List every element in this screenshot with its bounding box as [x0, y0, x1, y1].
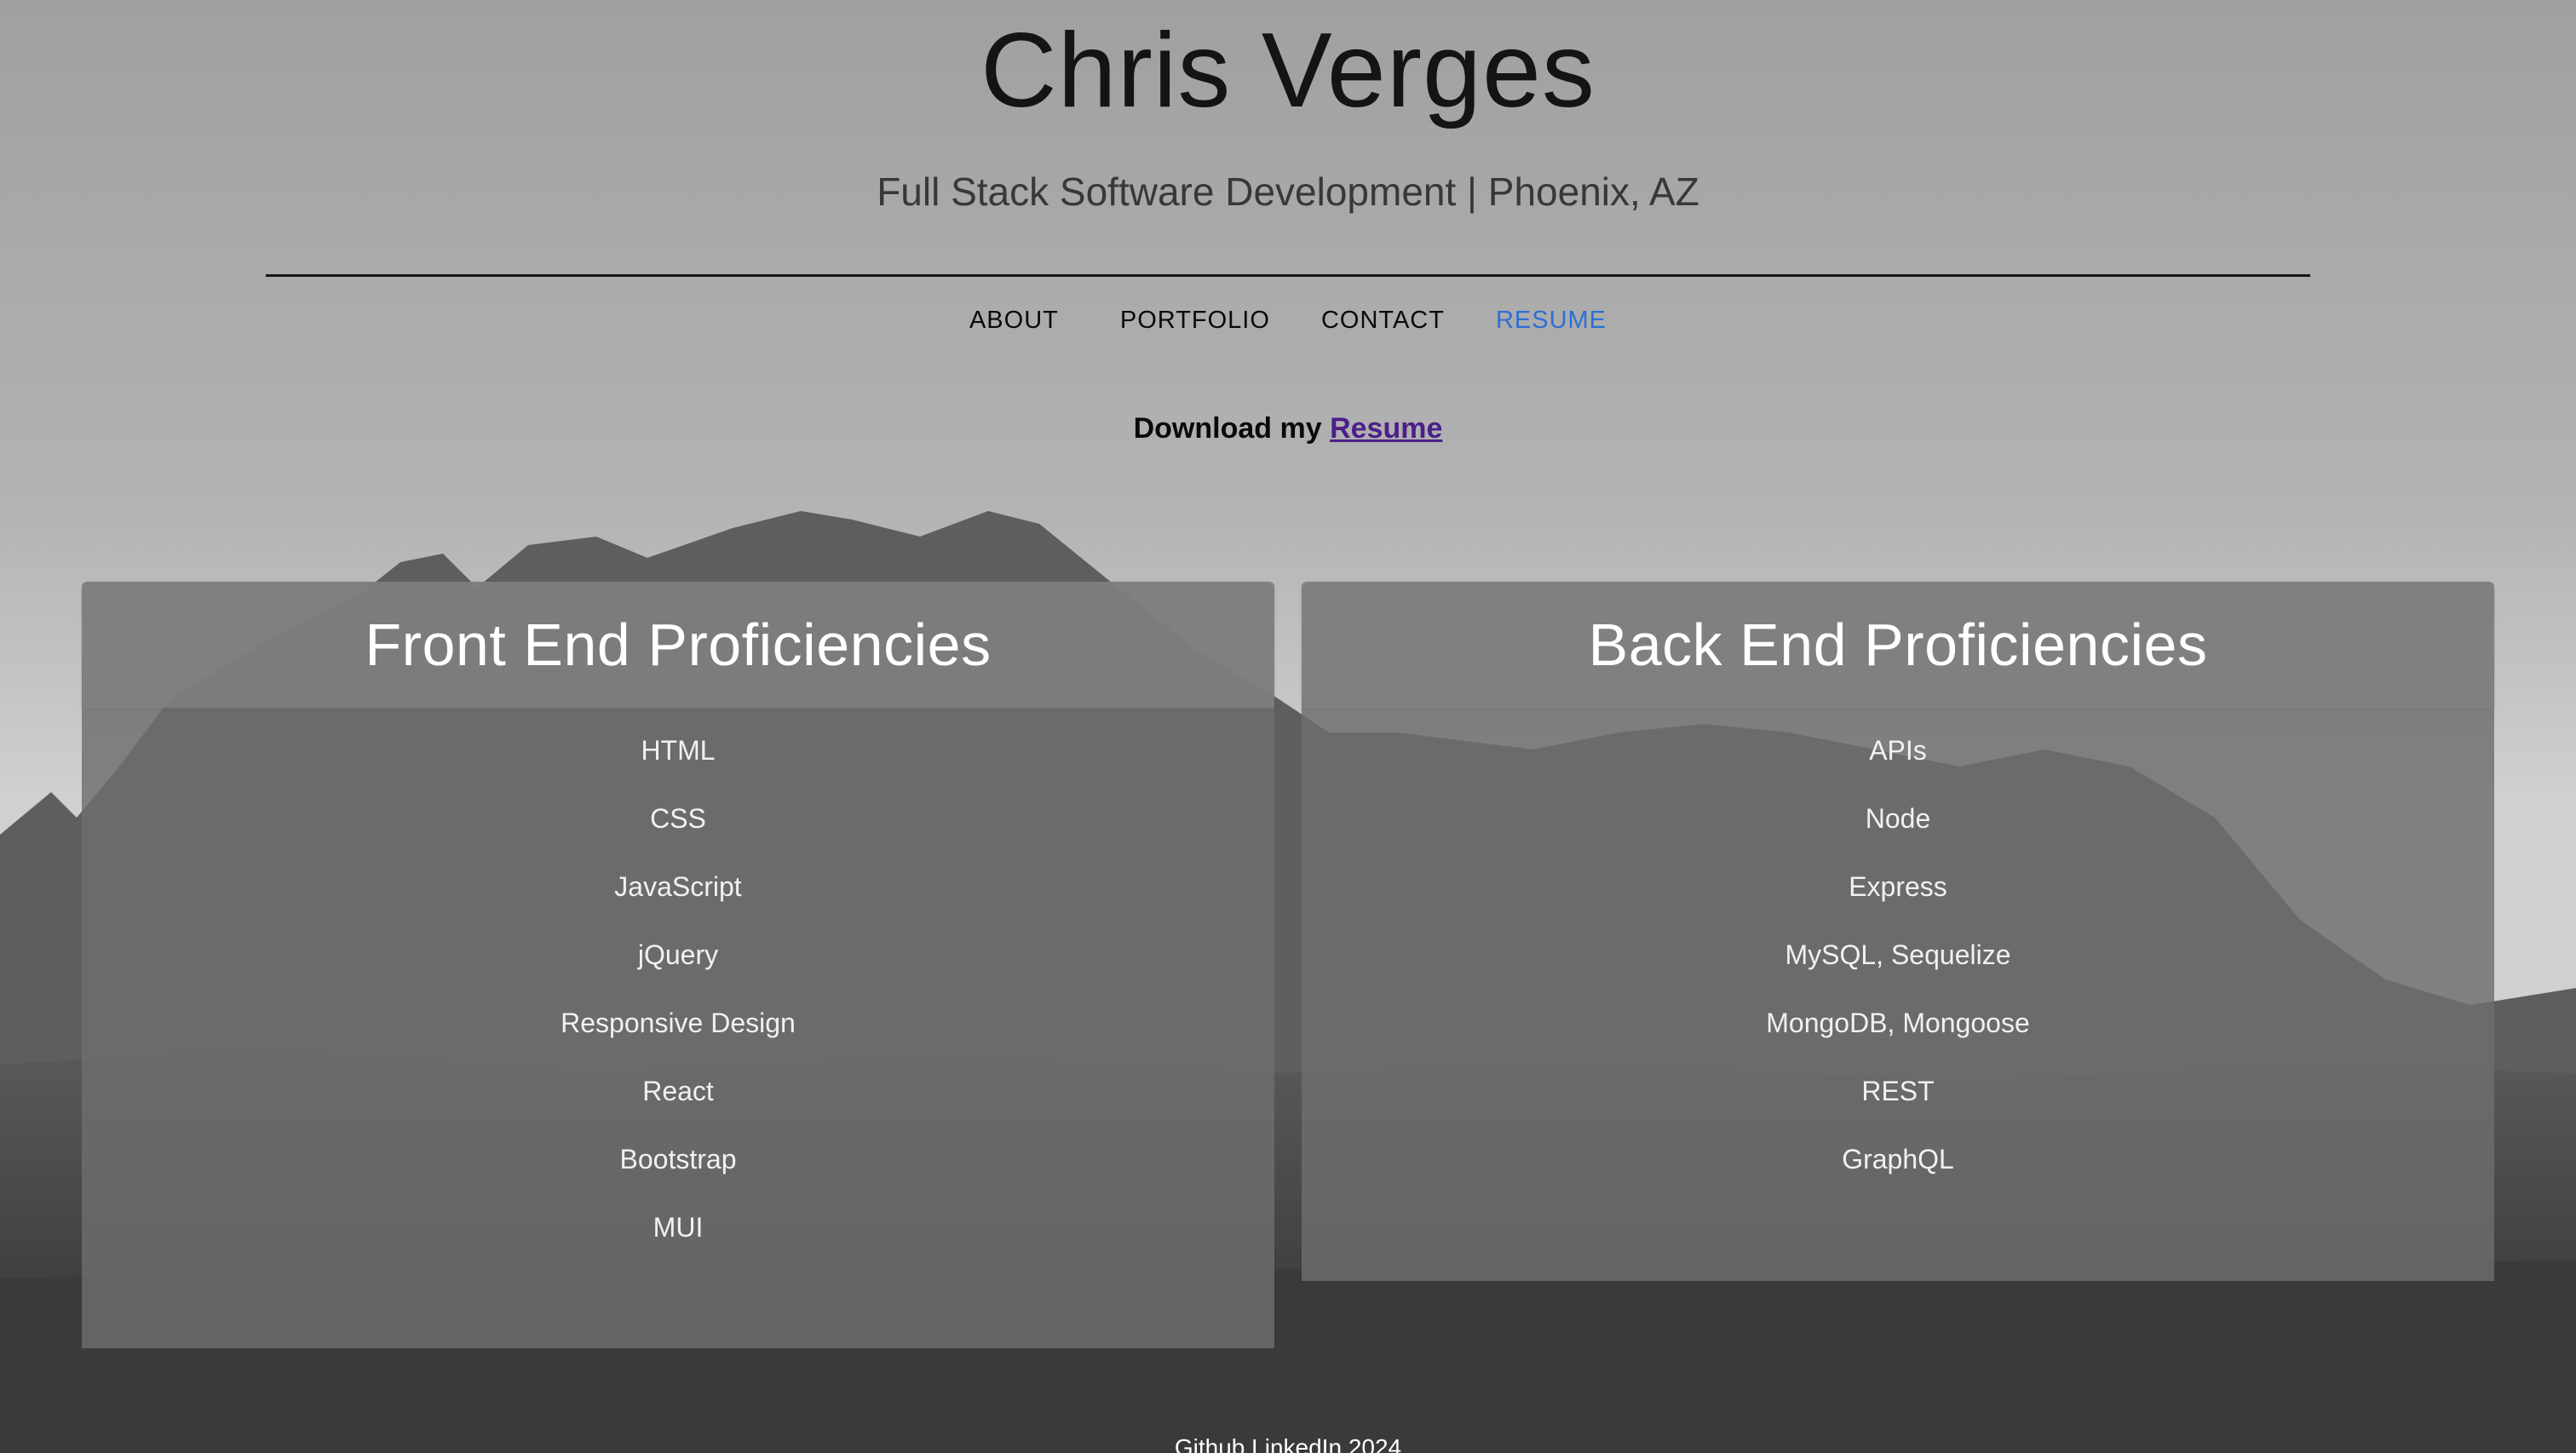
download-resume-line: Download my Resume — [0, 407, 2576, 450]
site-subtitle: Full Stack Software Development | Phoeni… — [877, 169, 1699, 214]
nav-link-portfolio[interactable]: PORTFOLIO — [1095, 302, 1296, 339]
footer-github-link[interactable]: Github — [1175, 1434, 1245, 1453]
skill-item: MUI — [653, 1212, 704, 1243]
header-divider — [266, 274, 2310, 277]
footer-linkedin-link[interactable]: LinkedIn — [1251, 1434, 1342, 1453]
nav-link-resume[interactable]: RESUME — [1470, 302, 1632, 339]
skill-item: Bootstrap — [619, 1144, 737, 1174]
skill-item: GraphQL — [1842, 1144, 1954, 1174]
skill-item: APIs — [1869, 735, 1927, 766]
resume-download-link[interactable]: Resume — [1330, 412, 1442, 445]
nav-link-about[interactable]: ABOUT — [944, 302, 1084, 339]
nav-link-contact[interactable]: CONTACT — [1296, 302, 1470, 339]
back-end-skill-list: APIs Node Express MySQL, Sequelize Mongo… — [1302, 716, 2494, 1193]
skill-item: Responsive Design — [561, 1008, 796, 1038]
skill-item: jQuery — [637, 939, 719, 970]
skill-item: React — [642, 1076, 714, 1106]
back-end-card-header: Back End Proficiencies — [1302, 582, 2494, 708]
skill-item: MongoDB, Mongoose — [1766, 1008, 2030, 1038]
skill-item: JavaScript — [614, 871, 742, 902]
skill-item: MySQL, Sequelize — [1785, 939, 2011, 970]
front-end-proficiencies-card: Front End Proficiencies HTML CSS JavaScr… — [82, 582, 1274, 1348]
site-title: Chris Verges — [980, 12, 1596, 129]
skill-item: HTML — [641, 735, 716, 766]
skill-item: Node — [1865, 803, 1931, 834]
back-end-card-body: APIs Node Express MySQL, Sequelize Mongo… — [1302, 708, 2494, 1281]
front-end-card-title: Front End Proficiencies — [365, 612, 992, 678]
skill-item: Express — [1849, 871, 1947, 902]
back-end-card-title: Back End Proficiencies — [1588, 612, 2208, 678]
front-end-card-header: Front End Proficiencies — [82, 582, 1274, 708]
front-end-card-body: HTML CSS JavaScript jQuery Responsive De… — [82, 708, 1274, 1348]
site-footer: Github LinkedIn 2024 — [0, 1433, 2576, 1453]
back-end-proficiencies-card: Back End Proficiencies APIs Node Express… — [1302, 582, 2494, 1281]
download-prefix-text: Download my — [1133, 412, 1322, 445]
skill-item: REST — [1861, 1076, 1935, 1106]
front-end-skill-list: HTML CSS JavaScript jQuery Responsive De… — [82, 716, 1274, 1261]
main-nav: ABOUT PORTFOLIO CONTACT RESUME — [0, 302, 2576, 339]
skill-item: CSS — [650, 803, 706, 834]
footer-year: 2024 — [1348, 1434, 1402, 1453]
